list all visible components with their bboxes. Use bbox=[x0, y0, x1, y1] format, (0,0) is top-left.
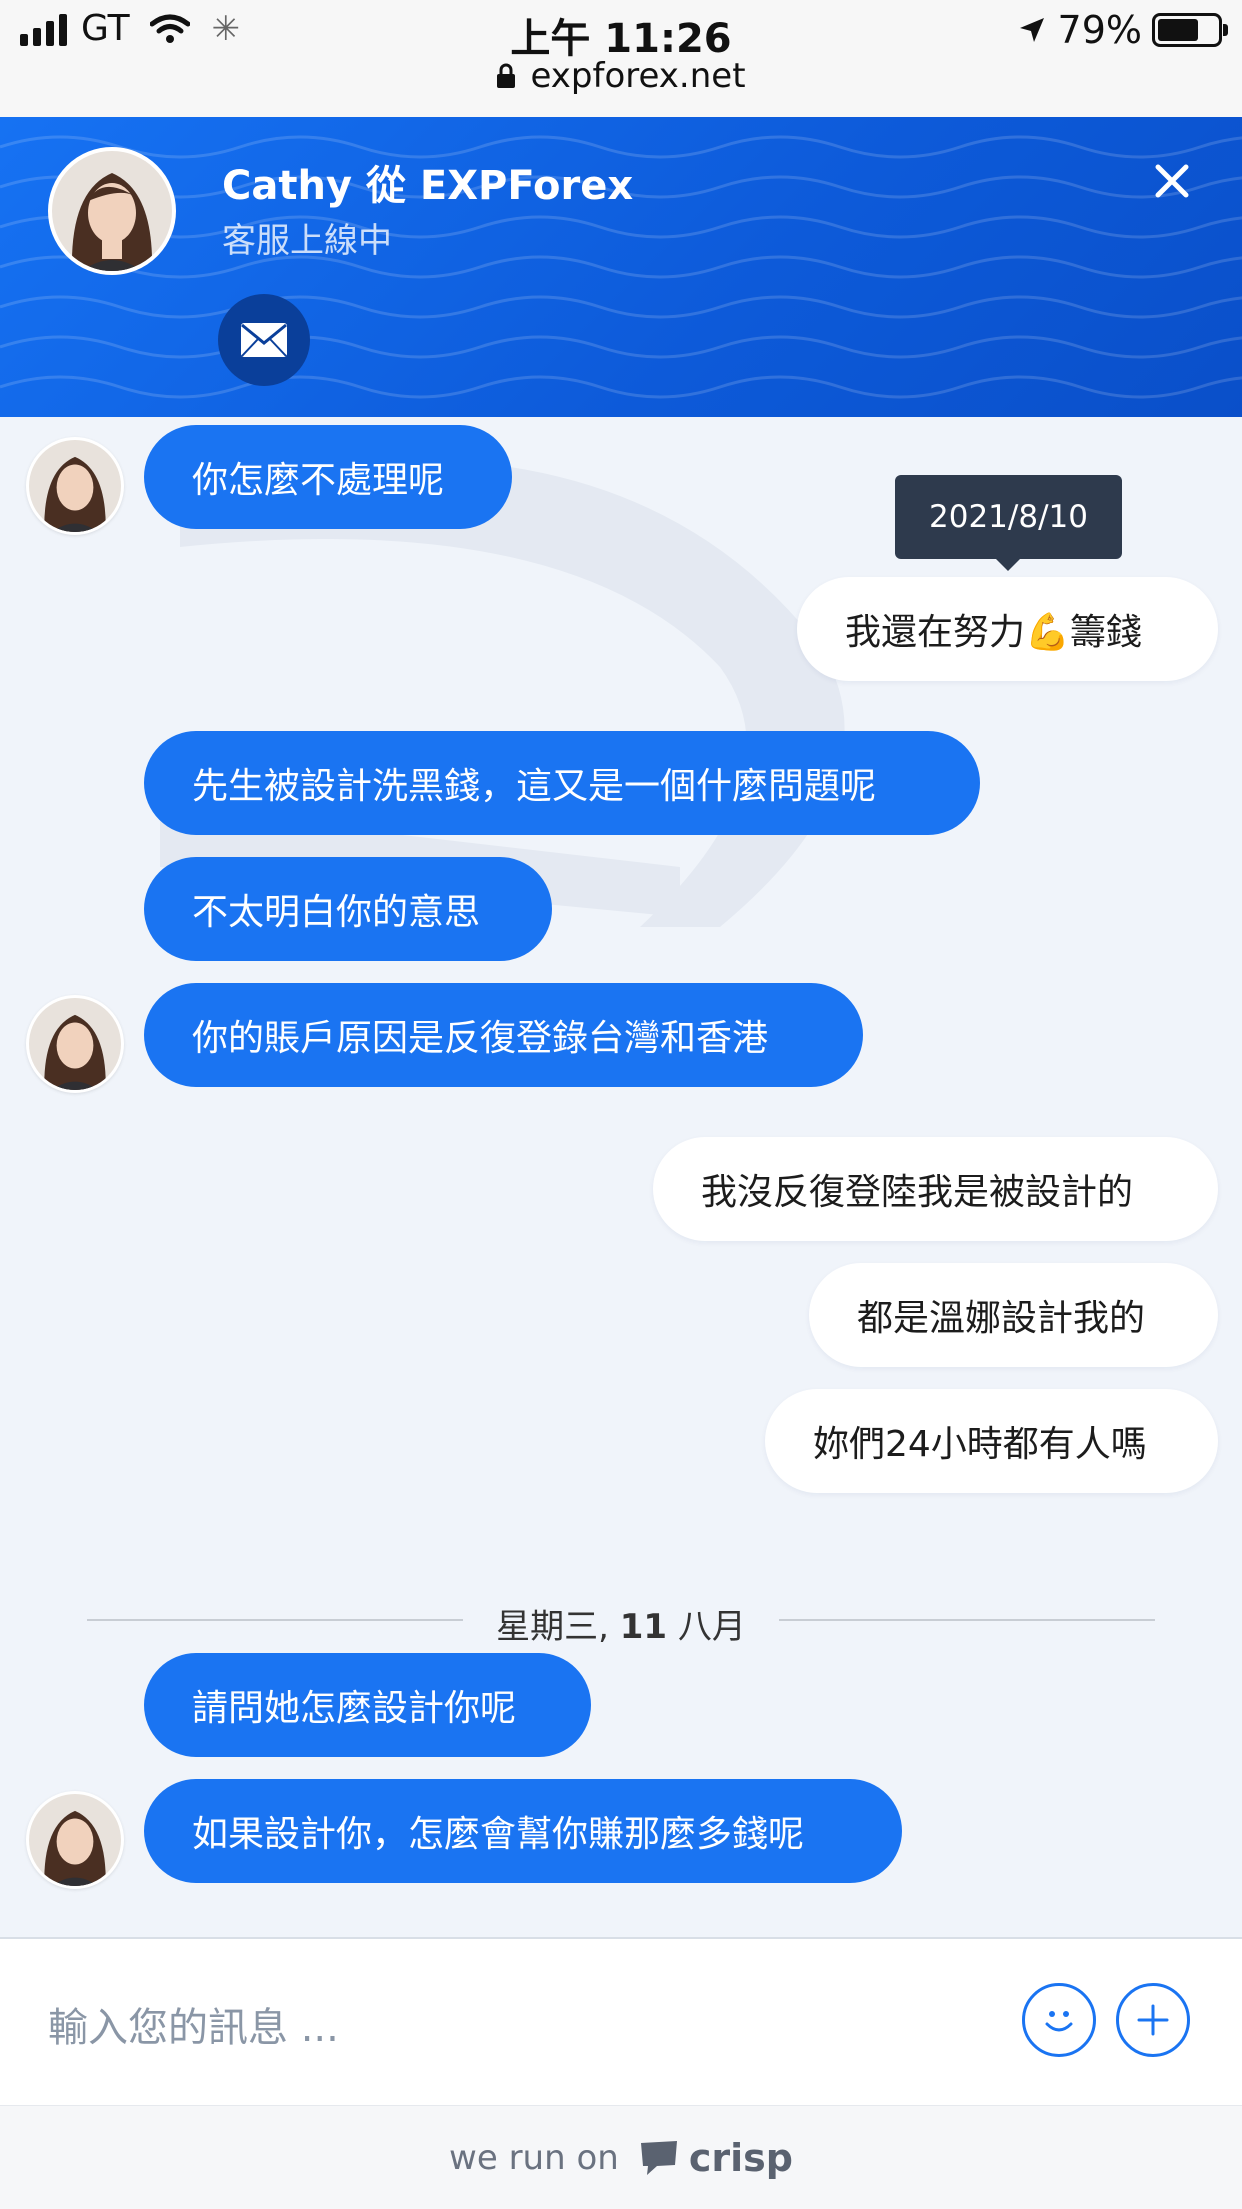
email-button[interactable] bbox=[218, 294, 310, 386]
location-arrow-icon bbox=[1019, 18, 1044, 42]
battery-percent: 79% bbox=[1057, 8, 1142, 52]
powered-by-footer[interactable]: we run on crisp bbox=[0, 2105, 1242, 2209]
url-text: expforex.net bbox=[530, 56, 746, 96]
battery-icon bbox=[1152, 13, 1228, 47]
message-list[interactable]: 你怎麼不處理呢 2021/8/10 我還在努力💪籌錢 先生被設計洗黑錢，這又是一… bbox=[0, 417, 1242, 1937]
divider-day: 星期三, bbox=[496, 1607, 609, 1647]
user-message[interactable]: 都是溫娜設計我的 bbox=[809, 1263, 1218, 1367]
crisp-logo-icon bbox=[640, 2140, 677, 2175]
run-on-text: we run on bbox=[449, 2137, 619, 2178]
message-date-tooltip: 2021/8/10 bbox=[895, 475, 1122, 571]
chat-header: Cathy 從 EXPForex 客服上線中 bbox=[0, 117, 1242, 417]
agent-portrait-icon bbox=[29, 1794, 121, 1886]
agent-avatar bbox=[48, 147, 176, 275]
operator-avatar bbox=[26, 1791, 124, 1889]
message-composer[interactable]: 輸入您的訊息 ... bbox=[0, 1937, 1242, 2107]
crisp-brand[interactable]: crisp bbox=[637, 2136, 793, 2180]
attach-button[interactable] bbox=[1116, 1983, 1190, 2057]
smiley-icon bbox=[1045, 2011, 1073, 2032]
user-message[interactable]: 妳們24小時都有人嗎 bbox=[765, 1389, 1218, 1493]
close-icon[interactable] bbox=[1150, 159, 1194, 203]
divider-date: 11 bbox=[619, 1607, 668, 1647]
envelope-icon bbox=[241, 323, 287, 357]
agent-status: 客服上線中 bbox=[222, 221, 392, 261]
message-input[interactable]: 輸入您的訊息 ... bbox=[48, 1995, 339, 2053]
operator-avatar bbox=[26, 995, 124, 1093]
operator-message[interactable]: 不太明白你的意思 bbox=[144, 857, 552, 961]
status-bar: GT ✳ 上午 11:26 79% expforex.net bbox=[0, 0, 1242, 117]
user-message[interactable]: 我沒反復登陸我是被設計的 bbox=[653, 1137, 1218, 1241]
agent-portrait-icon bbox=[29, 440, 121, 532]
operator-message[interactable]: 請問她怎麼設計你呢 bbox=[144, 1653, 591, 1757]
emoji-button[interactable] bbox=[1022, 1983, 1096, 2057]
date-divider: 星期三, 11 八月 bbox=[87, 1595, 1155, 1647]
operator-avatar bbox=[26, 437, 124, 535]
crisp-brand-name: crisp bbox=[688, 2135, 793, 2180]
user-message[interactable]: 我還在努力💪籌錢 bbox=[797, 577, 1218, 681]
operator-message[interactable]: 你怎麼不處理呢 bbox=[144, 425, 512, 529]
divider-month: 八月 bbox=[677, 1607, 746, 1647]
operator-message[interactable]: 如果設計你，怎麼會幫你賺那麼多錢呢 bbox=[144, 1779, 902, 1883]
plus-icon bbox=[1137, 2004, 1169, 2036]
agent-portrait-icon bbox=[52, 151, 172, 271]
status-right: 79% bbox=[1018, 8, 1228, 52]
operator-message[interactable]: 你的賬戶原因是反復登錄台灣和香港 bbox=[144, 983, 863, 1087]
agent-portrait-icon bbox=[29, 998, 121, 1090]
operator-message[interactable]: 先生被設計洗黑錢，這又是一個什麼問題呢 bbox=[144, 731, 980, 835]
chat-title: Cathy 從 EXPForex bbox=[222, 163, 634, 209]
lock-icon bbox=[497, 63, 516, 88]
url-bar[interactable]: expforex.net bbox=[0, 56, 1242, 96]
